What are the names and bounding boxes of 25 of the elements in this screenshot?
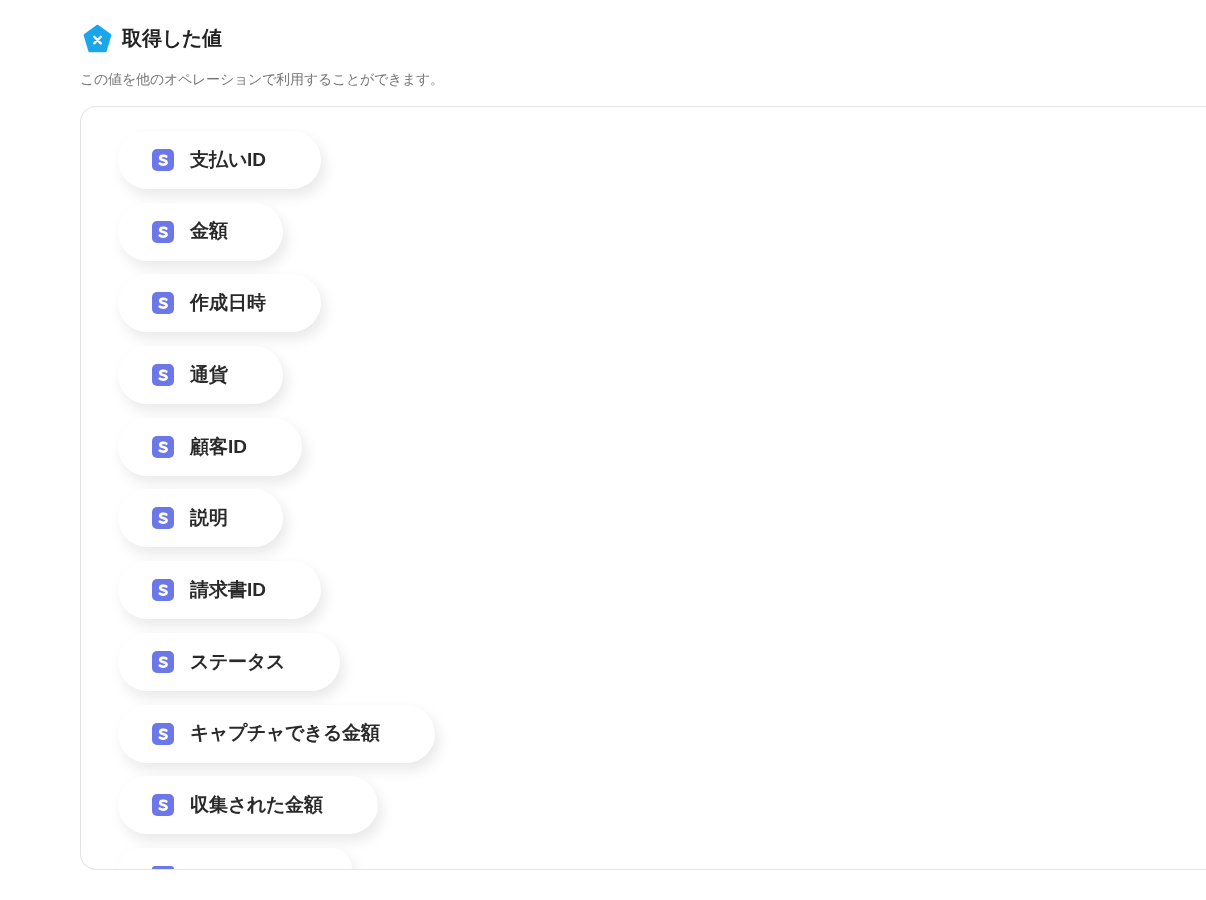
- value-chip[interactable]: 収集された金額: [118, 776, 378, 835]
- section-title: 取得した値: [122, 26, 222, 51]
- value-chip[interactable]: 説明: [118, 489, 283, 548]
- s-logo-icon: [152, 579, 174, 602]
- value-chip[interactable]: [118, 847, 352, 869]
- s-logo-icon: [152, 435, 174, 458]
- s-logo-icon: [152, 292, 174, 315]
- value-chip[interactable]: 顧客ID: [118, 417, 302, 476]
- value-chip[interactable]: 通貨: [118, 346, 283, 405]
- value-chip[interactable]: キャプチャできる金額: [118, 704, 435, 763]
- s-logo-icon: [152, 149, 174, 171]
- value-chip[interactable]: 請求書ID: [118, 561, 321, 620]
- pentagon-x-icon: [83, 24, 112, 53]
- value-chip[interactable]: 支払いID: [118, 131, 321, 189]
- section-description: この値を他のオペレーションで利用することができます。: [80, 70, 444, 89]
- value-chip[interactable]: 金額: [118, 202, 283, 261]
- s-logo-icon: [152, 507, 174, 530]
- s-logo-icon: [152, 865, 174, 869]
- value-chip[interactable]: 作成日時: [118, 274, 321, 333]
- s-logo-icon: [152, 794, 174, 817]
- value-chip[interactable]: ステータス: [118, 632, 340, 691]
- s-logo-icon: [152, 722, 174, 745]
- s-logo-icon: [152, 650, 174, 673]
- s-logo-icon: [152, 220, 174, 243]
- s-logo-icon: [152, 364, 174, 387]
